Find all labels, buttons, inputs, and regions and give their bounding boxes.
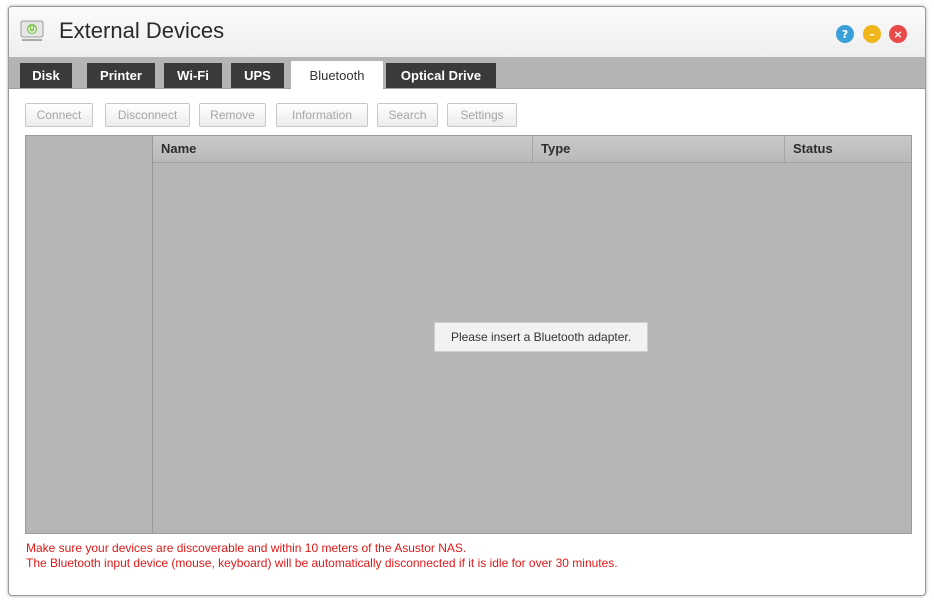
column-header-status[interactable]: Status [785,136,911,162]
external-devices-window: External Devices ? – × Disk Printer Wi-F… [8,6,926,596]
tab-disk[interactable]: Disk [20,63,72,88]
note-discoverable: Make sure your devices are discoverable … [26,541,467,555]
toolbar: Connect Disconnect Remove Information Se… [9,89,925,135]
tab-ups[interactable]: UPS [231,63,284,88]
tab-bar: Disk Printer Wi-Fi UPS Bluetooth Optical… [9,57,925,89]
title-bar: External Devices ? – × [9,7,925,57]
external-devices-icon [19,18,45,44]
table-header: Name Type Status [153,136,911,163]
minimize-icon[interactable]: – [863,25,881,43]
tab-printer[interactable]: Printer [87,63,155,88]
tab-wifi[interactable]: Wi-Fi [164,63,222,88]
remove-button[interactable]: Remove [199,103,266,127]
note-idle-disconnect: The Bluetooth input device (mouse, keybo… [26,556,618,570]
column-header-type[interactable]: Type [533,136,785,162]
close-icon[interactable]: × [889,25,907,43]
tab-optical-drive[interactable]: Optical Drive [386,63,496,88]
information-button[interactable]: Information [276,103,368,127]
search-button[interactable]: Search [377,103,438,127]
help-icon[interactable]: ? [836,25,854,43]
settings-button[interactable]: Settings [447,103,517,127]
window-title: External Devices [59,18,225,43]
disconnect-button[interactable]: Disconnect [105,103,190,127]
tab-bluetooth[interactable]: Bluetooth [291,61,383,89]
device-list-panel: Name Type Status Please insert a Bluetoo… [25,135,912,534]
info-notes: Make sure your devices are discoverable … [26,541,906,571]
empty-state-message: Please insert a Bluetooth adapter. [434,322,648,352]
side-panel [26,136,153,533]
connect-button[interactable]: Connect [25,103,93,127]
column-header-name[interactable]: Name [153,136,533,162]
